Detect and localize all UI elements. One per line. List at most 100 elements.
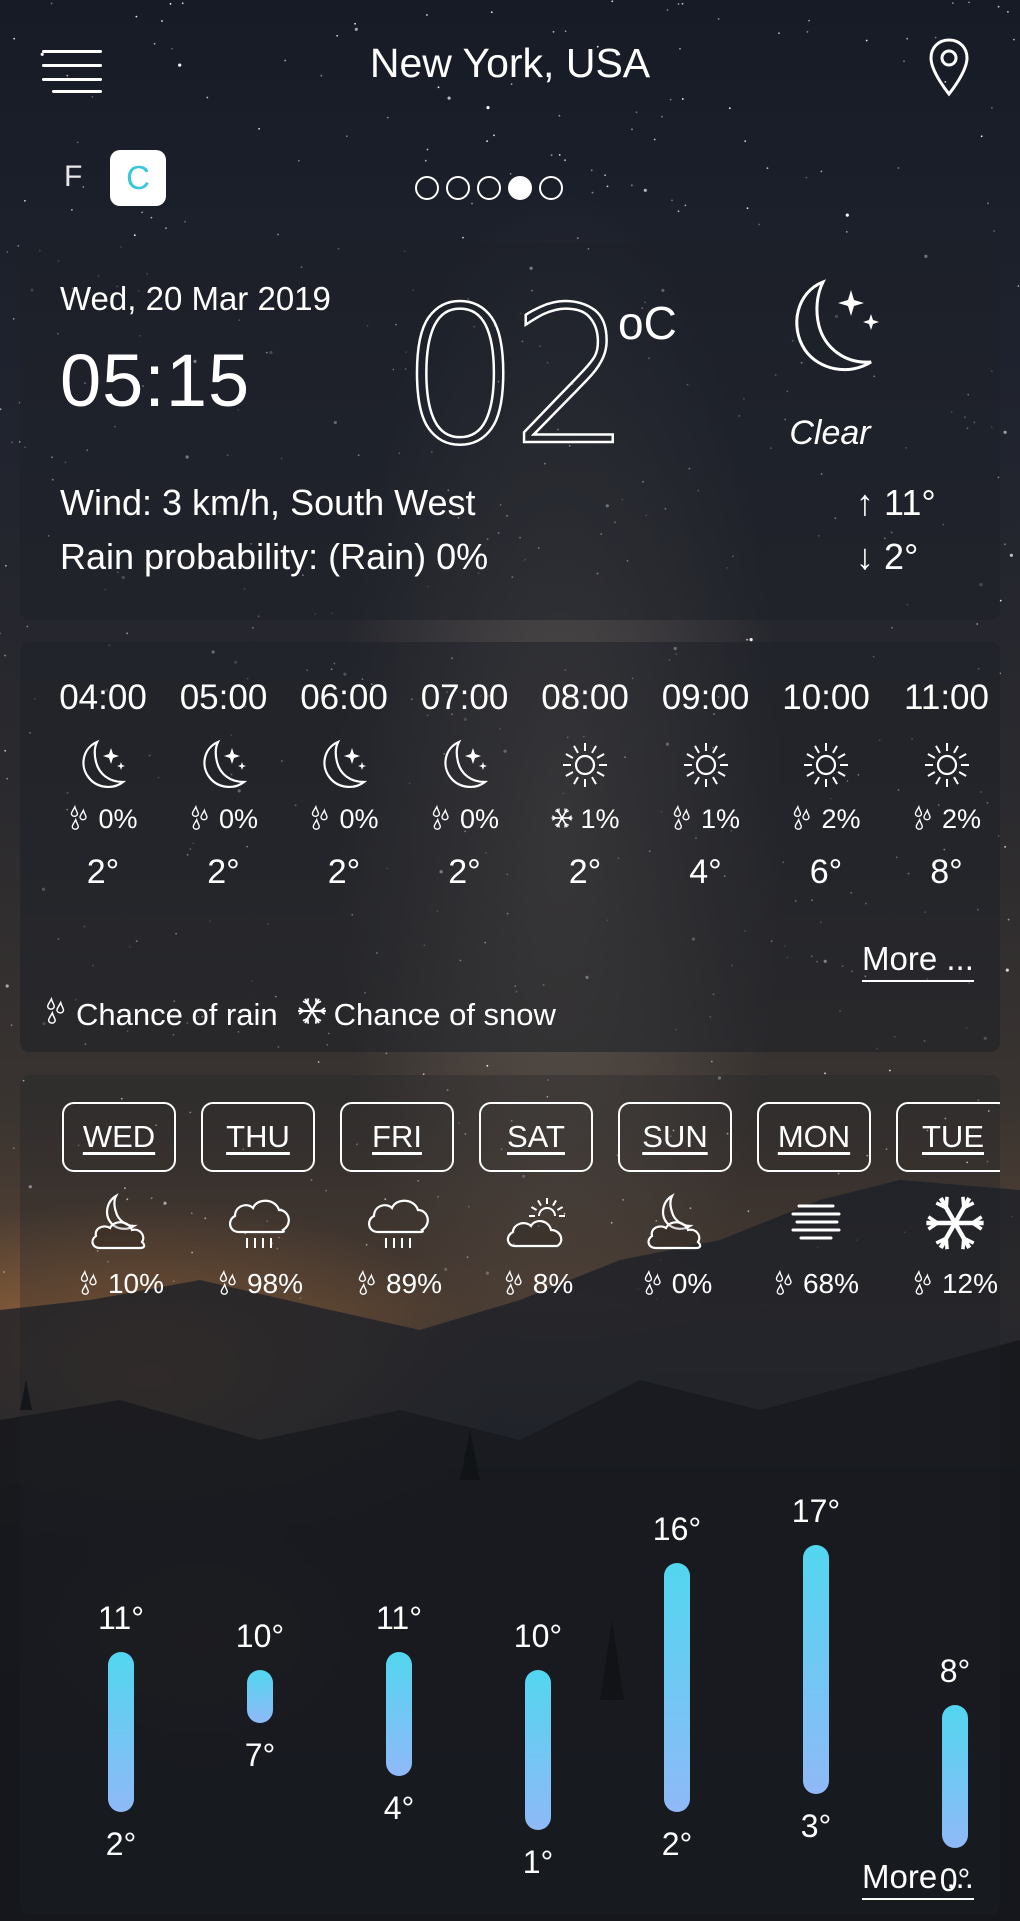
- hour-precipitation: 1%: [524, 804, 646, 839]
- day-precipitation: 12%: [896, 1268, 1000, 1304]
- cloud-moon-icon: [642, 1190, 712, 1256]
- day-tab[interactable]: SUN: [618, 1102, 732, 1172]
- daily-item: WED 10% 11° 2°: [62, 1102, 180, 1892]
- condition-icon: [775, 270, 895, 400]
- precip-legend: Chance of rain Chance of snow: [44, 995, 556, 1035]
- day-tab[interactable]: WED: [62, 1102, 176, 1172]
- rain-drops-icon: [912, 804, 936, 839]
- cloud-moon-icon: [86, 1190, 156, 1256]
- day-low-temperature: 2°: [661, 1826, 693, 1862]
- hour-precip-value: 1%: [580, 804, 620, 834]
- day-high-temperature: 10°: [513, 1617, 563, 1654]
- day-tab[interactable]: TUE: [896, 1102, 1000, 1172]
- day-precip-value: 8%: [532, 1268, 574, 1299]
- snowflake-icon: [920, 1190, 990, 1256]
- page-indicator: [415, 176, 563, 200]
- low-temperature: ↓ 2°: [856, 536, 919, 577]
- day-tab[interactable]: SAT: [479, 1102, 593, 1172]
- hour-time: 10:00: [782, 678, 870, 717]
- hour-temperature: 2°: [327, 853, 361, 891]
- unit-celsius-toggle[interactable]: C: [110, 150, 166, 206]
- page-dot[interactable]: [539, 176, 563, 200]
- day-precipitation: 89%: [340, 1268, 458, 1304]
- hour-precipitation: 2%: [765, 804, 887, 839]
- day-precipitation: 10%: [62, 1268, 180, 1304]
- hourly-item: 07:00 0% 2°: [404, 678, 526, 892]
- legend-rain-label: Chance of rain: [76, 997, 278, 1032]
- moon-icon: [194, 736, 254, 794]
- fog-icon: [781, 1190, 851, 1256]
- day-high-temperature: 11°: [97, 1599, 144, 1636]
- rain-drops-icon: [44, 995, 76, 1035]
- hourly-item: 06:00 0% 2°: [283, 678, 405, 892]
- day-high-temperature: 16°: [652, 1510, 702, 1547]
- hourly-item: 11:00 2% 8°: [886, 678, 1001, 892]
- hour-precip-value: 0%: [218, 804, 259, 834]
- daily-forecast-list[interactable]: WED 10% 11° 2° THU 98% 10° 7° FRI 89% 11° 4° SAT 8% 10…: [62, 1102, 1000, 1892]
- hour-time: 09:00: [661, 678, 750, 717]
- rain-drops-icon: [912, 1269, 936, 1304]
- day-label: THU: [226, 1119, 290, 1154]
- snowflake-icon: [296, 995, 334, 1035]
- rain-drops-icon: [78, 1269, 102, 1304]
- daily-item: THU 98% 10° 7°: [201, 1102, 319, 1892]
- day-label: SUN: [642, 1119, 708, 1154]
- hourly-item: 05:00 0% 2°: [163, 678, 285, 892]
- hour-time: 11:00: [904, 678, 989, 717]
- sun-icon: [555, 736, 615, 794]
- daily-item: FRI 89% 11° 4°: [340, 1102, 458, 1892]
- day-low-temperature: 4°: [383, 1790, 415, 1827]
- unit-fahrenheit-toggle[interactable]: F: [64, 160, 94, 194]
- day-high-temperature: 8°: [939, 1653, 971, 1690]
- hour-temperature: 8°: [930, 853, 963, 891]
- hour-precipitation: 0%: [163, 804, 285, 839]
- hour-temperature: 2°: [207, 853, 240, 891]
- current-date: Wed, 20 Mar 2019: [60, 280, 331, 317]
- hour-time: 07:00: [420, 678, 509, 717]
- day-label: FRI: [372, 1119, 422, 1154]
- page-dot[interactable]: [508, 176, 532, 200]
- hourly-more-link[interactable]: More ...: [862, 940, 974, 982]
- hourly-item: 10:00 2% 6°: [765, 678, 887, 892]
- rain-drops-icon: [309, 804, 333, 839]
- hour-precip-value: 0%: [98, 804, 138, 834]
- day-tab[interactable]: FRI: [340, 1102, 454, 1172]
- location-pin-button[interactable]: [926, 36, 972, 98]
- day-precipitation: 98%: [201, 1268, 319, 1304]
- temperature-range-bar: [247, 1669, 273, 1723]
- hour-temperature: 6°: [809, 853, 843, 891]
- rain-drops-icon: [189, 804, 213, 839]
- day-label: SAT: [507, 1119, 565, 1154]
- current-time: 05:15: [60, 339, 251, 422]
- hour-precipitation: 0%: [283, 804, 405, 839]
- location-title: New York, USA: [369, 40, 651, 86]
- daily-more-link[interactable]: More ...: [862, 1858, 974, 1900]
- day-precip-value: 10%: [107, 1268, 165, 1299]
- hourly-forecast-list[interactable]: 04:00 0% 2° 05:00 0% 2° 06:00 0% 2° 07:00 0% 2° 08:0…: [42, 678, 1000, 908]
- page-dot[interactable]: [446, 176, 470, 200]
- condition-label: Clear: [789, 414, 871, 452]
- moon-stars-icon: [795, 279, 879, 372]
- daily-item: TUE 12% 8° 0°: [896, 1102, 1000, 1892]
- temperature-range-bar: [803, 1545, 829, 1795]
- temperature-unit: oC: [618, 297, 677, 349]
- day-tab[interactable]: THU: [201, 1102, 315, 1172]
- rain-drops-icon: [671, 804, 695, 839]
- hour-precip-value: 2%: [821, 804, 861, 834]
- rain-drops-icon: [773, 1269, 797, 1304]
- hour-temperature: 4°: [689, 853, 722, 891]
- snowflake-icon: [550, 804, 574, 839]
- hourly-item: 09:00 1% 4°: [645, 678, 767, 892]
- hour-precipitation: 1%: [645, 804, 767, 839]
- day-precipitation: 0%: [618, 1268, 736, 1304]
- day-label: MON: [777, 1119, 851, 1154]
- menu-icon-line: [52, 90, 102, 93]
- page-dot[interactable]: [415, 176, 439, 200]
- day-tab[interactable]: MON: [757, 1102, 871, 1172]
- day-low-temperature: 1°: [522, 1843, 554, 1880]
- day-low-temperature: 7°: [244, 1737, 276, 1773]
- hourly-item: 04:00 0% 2°: [42, 678, 164, 892]
- page-dot[interactable]: [477, 176, 501, 200]
- temperature-range-bar: [386, 1651, 412, 1777]
- rain-probability: Rain probability: (Rain) 0%: [60, 536, 489, 577]
